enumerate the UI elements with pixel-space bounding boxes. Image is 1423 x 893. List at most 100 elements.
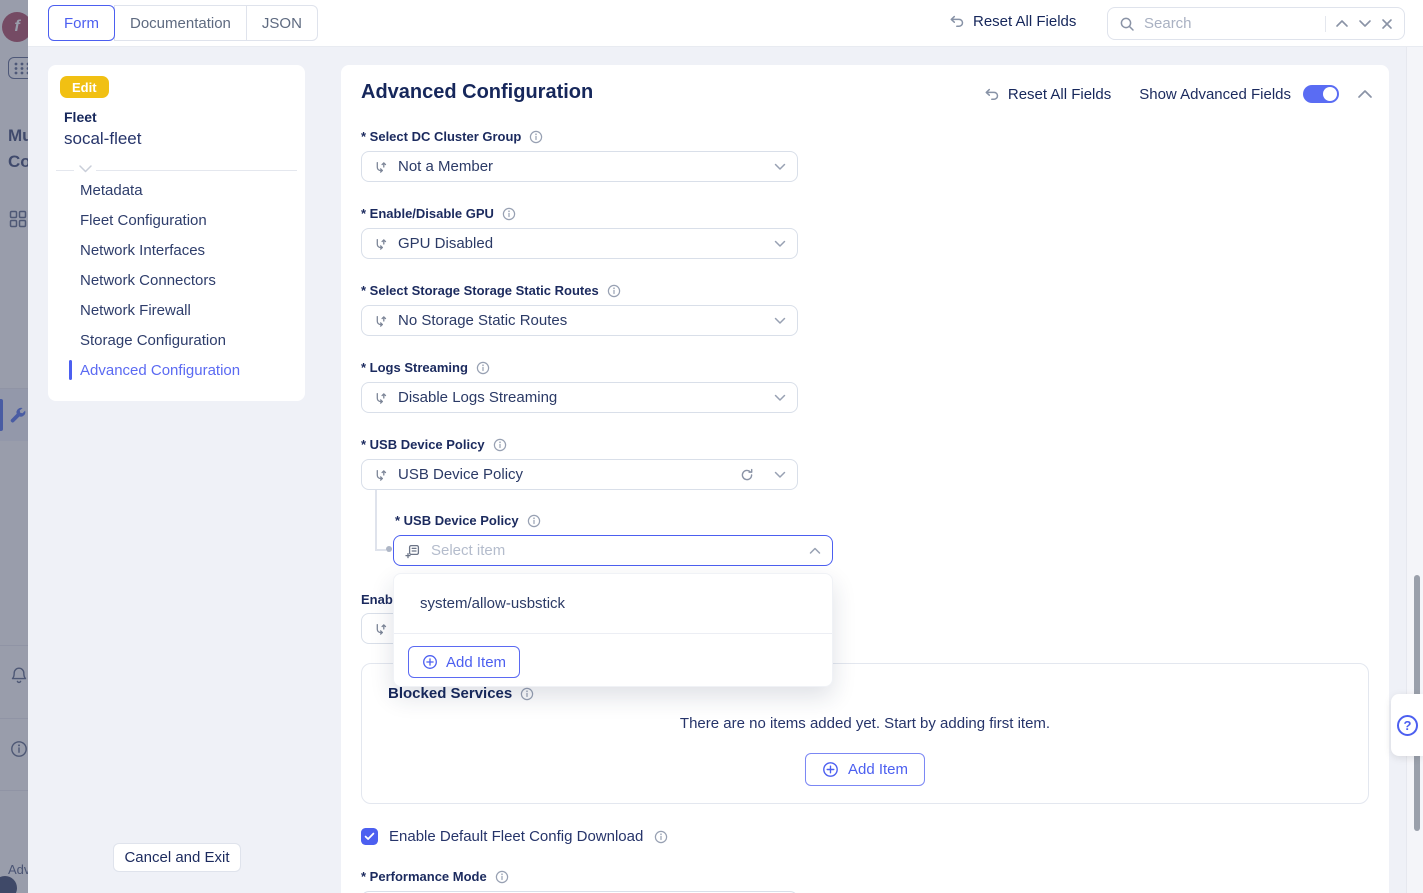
tab-form[interactable]: Form	[48, 5, 115, 41]
usb-policy-dropdown: system/allow-usbstick Add Item	[393, 573, 833, 687]
section-header-controls: Reset All Fields Show Advanced Fields	[982, 85, 1373, 103]
chevron-up-icon	[809, 547, 821, 555]
sidebar-item-metadata[interactable]: Metadata	[48, 175, 305, 205]
usb-device-policy-nested-label: * USB Device Policy	[395, 513, 541, 528]
help-tab[interactable]: ?	[1391, 694, 1423, 756]
entity-name: socal-fleet	[64, 129, 141, 149]
cancel-and-exit-button[interactable]: Cancel and Exit	[113, 843, 241, 872]
usb-device-policy-select[interactable]: USB Device Policy	[361, 459, 798, 490]
inherit-icon	[373, 622, 388, 636]
chevron-down-icon	[774, 163, 786, 171]
entity-type-label: Fleet	[64, 109, 97, 125]
view-tabs: Form Documentation JSON	[48, 5, 318, 41]
logs-streaming-label: * Logs Streaming	[361, 360, 490, 375]
usb-device-policy-item-select[interactable]: Select item	[393, 535, 833, 566]
active-nav-row	[0, 389, 28, 441]
sidebar-item-network-connectors[interactable]: Network Connectors	[48, 265, 305, 295]
gpu-select[interactable]: GPU Disabled	[361, 228, 798, 259]
info-icon[interactable]	[495, 870, 509, 884]
default-fleet-config-download-checkbox[interactable]	[361, 828, 378, 845]
background-app-strip: f Mu Co Adv	[0, 0, 28, 893]
blocked-services-add-item-button[interactable]: Add Item	[805, 753, 925, 786]
app-launcher-icon	[8, 57, 28, 79]
sidebar-item-storage-configuration[interactable]: Storage Configuration	[48, 325, 305, 355]
search-input[interactable]: Search	[1107, 7, 1405, 40]
dc-cluster-group-select[interactable]: Not a Member	[361, 151, 798, 182]
form-sidebar: Edit Fleet socal-fleet Metadata Fleet Co…	[48, 65, 305, 401]
help-icon: ?	[1397, 715, 1418, 736]
info-icon[interactable]	[502, 207, 516, 221]
show-advanced-fields-toggle[interactable]	[1303, 85, 1339, 103]
info-icon[interactable]	[527, 514, 541, 528]
brand-logo: f	[2, 12, 28, 42]
background-page-title: Mu	[8, 126, 28, 146]
search-close-icon[interactable]	[1381, 18, 1393, 30]
chevron-down-icon	[774, 394, 786, 402]
background-page-title: Co	[8, 152, 28, 172]
storage-static-routes-label: * Select Storage Storage Static Routes	[361, 283, 621, 298]
info-icon[interactable]	[654, 830, 668, 844]
nested-connector-dot	[386, 546, 392, 552]
sidebar-item-advanced-configuration[interactable]: Advanced Configuration	[48, 355, 305, 385]
active-indicator	[69, 360, 72, 380]
sidebar-item-fleet-configuration[interactable]: Fleet Configuration	[48, 205, 305, 235]
inherit-icon	[373, 314, 388, 328]
screen: Form Documentation JSON Reset All Fields…	[0, 0, 1423, 893]
blocked-services-label: Blocked Services	[388, 685, 534, 702]
plus-circle-icon	[822, 761, 839, 778]
chevron-down-icon	[774, 471, 786, 479]
divider	[0, 388, 28, 389]
inherit-icon	[373, 391, 388, 405]
dropdown-option-allow-usbstick[interactable]: system/allow-usbstick	[394, 574, 832, 634]
gpu-label: * Enable/Disable GPU	[361, 206, 516, 221]
info-icon[interactable]	[493, 438, 507, 452]
default-fleet-config-download-row: Enable Default Fleet Config Download	[361, 828, 668, 845]
avatar	[0, 876, 17, 893]
edit-mode-badge: Edit	[60, 76, 109, 98]
performance-mode-label: * Performance Mode	[361, 869, 509, 884]
toggle-knob	[1323, 87, 1337, 101]
inherit-icon	[373, 468, 388, 482]
background-footer-label: Adv	[8, 862, 28, 877]
dropdown-add-item-button[interactable]: Add Item	[408, 646, 520, 678]
info-icon[interactable]	[520, 687, 534, 701]
search-icon	[1119, 16, 1135, 32]
section-nav: Metadata Fleet Configuration Network Int…	[48, 175, 305, 385]
divider	[0, 718, 28, 719]
reset-icon	[947, 14, 964, 29]
active-nav-indicator	[0, 399, 3, 431]
chevron-down-icon	[774, 317, 786, 325]
divider	[0, 645, 28, 646]
wrench-icon	[9, 406, 27, 424]
show-advanced-fields-label: Show Advanced Fields	[1139, 86, 1291, 103]
search-next-icon[interactable]	[1358, 19, 1372, 28]
reset-all-fields-label: Reset All Fields	[973, 13, 1076, 30]
plus-circle-icon	[422, 654, 438, 670]
sidebar-item-network-firewall[interactable]: Network Firewall	[48, 295, 305, 325]
top-toolbar: Form Documentation JSON Reset All Fields…	[0, 0, 1423, 47]
nested-connector-line	[375, 490, 377, 550]
search-prev-icon[interactable]	[1335, 19, 1349, 28]
info-icon[interactable]	[607, 284, 621, 298]
dashboard-grid-icon	[9, 210, 27, 228]
reset-icon	[982, 87, 999, 102]
logs-streaming-select[interactable]: Disable Logs Streaming	[361, 382, 798, 413]
dc-cluster-group-label: * Select DC Cluster Group	[361, 129, 543, 144]
reset-all-fields-button[interactable]: Reset All Fields	[947, 13, 1076, 30]
select-item-placeholder: Select item	[431, 542, 799, 559]
tab-json[interactable]: JSON	[246, 5, 318, 41]
tab-documentation[interactable]: Documentation	[114, 5, 247, 41]
collapse-section-icon[interactable]	[1357, 89, 1373, 99]
usb-device-policy-label: * USB Device Policy	[361, 437, 507, 452]
info-icon[interactable]	[476, 361, 490, 375]
sidebar-item-network-interfaces[interactable]: Network Interfaces	[48, 235, 305, 265]
section-title: Advanced Configuration	[361, 81, 593, 104]
refresh-icon[interactable]	[740, 468, 754, 482]
info-icon[interactable]	[529, 130, 543, 144]
empty-list-message: There are no items added yet. Start by a…	[362, 715, 1368, 732]
storage-static-routes-select[interactable]: No Storage Static Routes	[361, 305, 798, 336]
section-reset-all-fields-button[interactable]: Reset All Fields	[982, 86, 1111, 103]
search-placeholder: Search	[1144, 15, 1316, 32]
default-fleet-config-download-label: Enable Default Fleet Config Download	[389, 828, 643, 845]
bell-icon	[10, 666, 28, 685]
